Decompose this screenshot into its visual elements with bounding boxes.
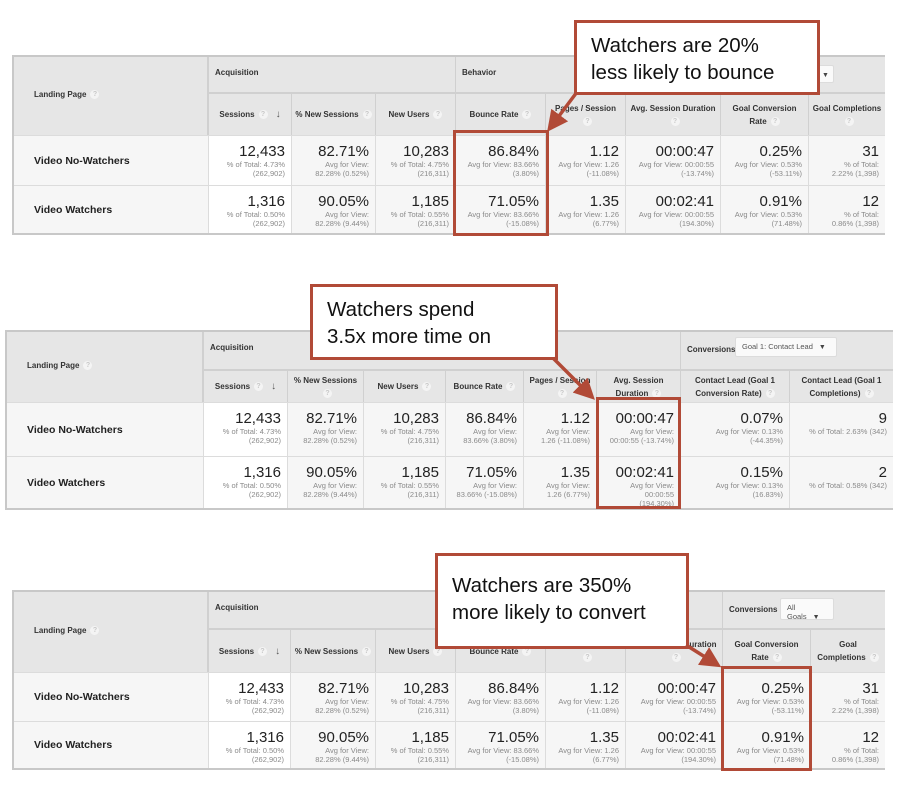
callout-arrow-2 xyxy=(551,356,595,400)
callout-arrows xyxy=(547,90,722,668)
callout-arrow-3 xyxy=(685,643,722,668)
callout-arrow-1 xyxy=(547,90,579,132)
